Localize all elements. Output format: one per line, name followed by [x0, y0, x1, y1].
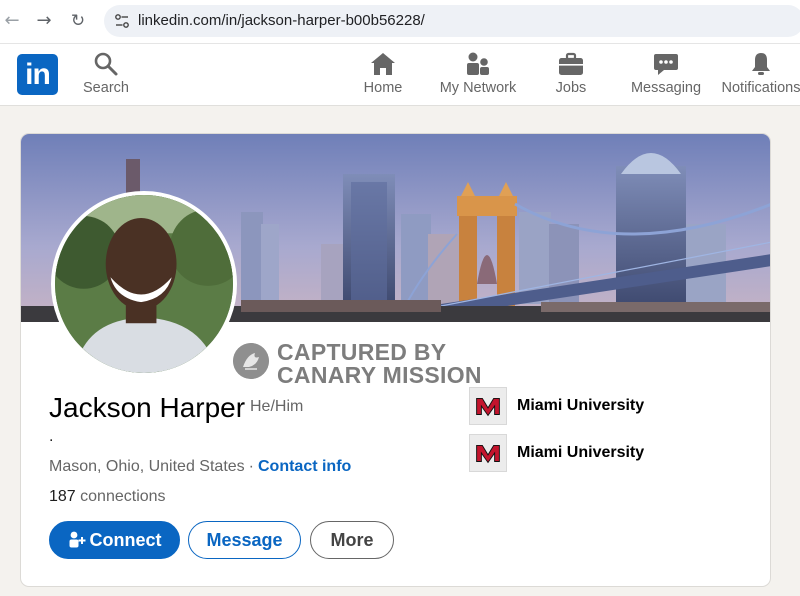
education-item[interactable]: Miami University [469, 387, 709, 425]
linkedin-logo[interactable]: in [17, 54, 58, 95]
connections-count: 187 [49, 488, 76, 505]
profile-headline: . [49, 428, 54, 445]
linkedin-header: in Search Home My Network Jobs Messaging… [0, 44, 800, 106]
nav-search-label: Search [83, 80, 129, 96]
bell-icon [752, 53, 770, 75]
add-person-icon [69, 531, 85, 548]
connect-button[interactable]: Connect [49, 521, 180, 559]
nav-messaging-label: Messaging [630, 80, 702, 96]
url-text[interactable]: linkedin.com/in/jackson-harper-b00b56228… [138, 12, 425, 29]
education-name: Miami University [517, 444, 645, 461]
connect-label: Connect [89, 530, 162, 550]
canary-mission-watermark: CAPTURED BY CANARY MISSION [233, 337, 482, 388]
back-arrow-icon[interactable]: ← [0, 9, 24, 33]
briefcase-icon [559, 52, 583, 75]
miami-university-logo [469, 387, 507, 425]
forward-arrow-icon[interactable]: → [32, 9, 56, 33]
nav-my-network-label: My Network [439, 80, 517, 96]
nav-notifications-label: Notifications [721, 80, 800, 96]
search-icon [94, 52, 118, 76]
nav-jobs-label: Jobs [555, 80, 587, 96]
profile-location-row: Mason, Ohio, United States · Contact info [49, 458, 351, 476]
profile-location: Mason, Ohio, United States [49, 458, 245, 475]
nav-search[interactable]: Search [82, 50, 130, 96]
watermark-line-2: CANARY MISSION [277, 362, 482, 388]
contact-info-link[interactable]: Contact info [258, 458, 351, 475]
address-bar[interactable]: linkedin.com/in/jackson-harper-b00b56228… [104, 5, 800, 37]
profile-photo[interactable] [51, 191, 237, 377]
nav-home-label: Home [363, 80, 403, 96]
nav-home[interactable]: Home [357, 50, 409, 96]
nav-notifications[interactable]: Notifications [718, 50, 800, 96]
home-icon [371, 53, 395, 75]
profile-card: CAPTURED BY CANARY MISSION Jackson Harpe… [20, 133, 771, 587]
connections-row[interactable]: 187 connections [49, 488, 166, 506]
location-separator: · [248, 458, 254, 475]
profile-name: Jackson Harper [49, 392, 246, 423]
profile-pronouns: He/Him [250, 398, 304, 415]
nav-messaging[interactable]: Messaging [628, 50, 704, 96]
miami-university-logo [469, 434, 507, 472]
canary-bird-icon [233, 343, 269, 379]
education-item[interactable]: Miami University [469, 434, 709, 472]
message-bubble-icon [654, 54, 678, 75]
reload-icon[interactable]: ↻ [66, 9, 90, 33]
site-settings-icon[interactable] [114, 13, 130, 29]
education-name: Miami University [517, 397, 645, 414]
browser-toolbar: ← → ↻ linkedin.com/in/jackson-harper-b00… [0, 0, 800, 44]
nav-jobs[interactable]: Jobs [546, 50, 596, 96]
people-icon [467, 52, 489, 75]
nav-my-network[interactable]: My Network [436, 50, 520, 96]
more-button[interactable]: More [310, 521, 394, 559]
message-button[interactable]: Message [188, 521, 301, 559]
connections-label: connections [80, 488, 166, 505]
